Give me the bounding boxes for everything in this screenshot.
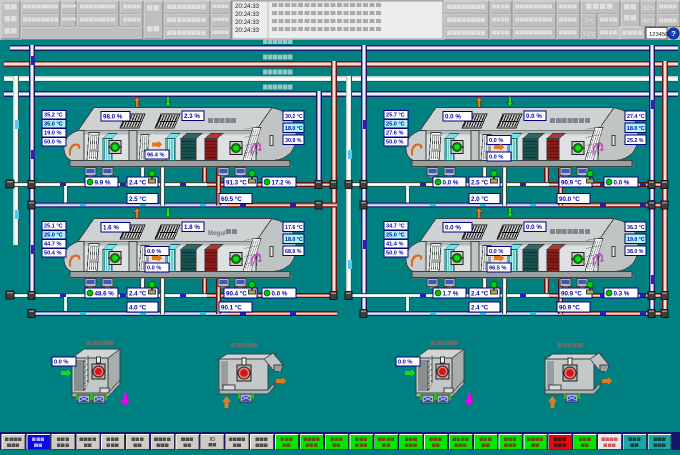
svg-text:30.9 %: 30.9 %: [285, 138, 302, 144]
svg-text:0.0 %: 0.0 %: [445, 225, 461, 232]
svg-text:50.0 %: 50.0 %: [386, 251, 403, 257]
svg-text:90.4 °C: 90.4 °C: [226, 291, 247, 298]
svg-text:?: ?: [671, 29, 676, 38]
svg-text:25.0 °C: 25.0 °C: [386, 122, 405, 128]
svg-text:18.0 °C: 18.0 °C: [285, 237, 303, 243]
svg-text:91.3 °C: 91.3 °C: [226, 180, 247, 187]
svg-text:0.0 %: 0.0 %: [489, 155, 503, 161]
svg-text:0.0 %: 0.0 %: [398, 360, 412, 366]
svg-text:4.0 °C: 4.0 °C: [129, 305, 147, 312]
svg-text:30.2 °C: 30.2 °C: [285, 114, 303, 120]
svg-text:1.6 %: 1.6 %: [103, 225, 119, 232]
svg-text:96.5 %: 96.5 %: [489, 266, 506, 272]
svg-text:25.1 °C: 25.1 °C: [44, 224, 63, 230]
svg-text:27.6 %: 27.6 %: [386, 131, 403, 137]
svg-text:0.0 %: 0.0 %: [489, 138, 503, 144]
svg-text:50.4 %: 50.4 %: [44, 251, 61, 257]
svg-text:38.0 %: 38.0 %: [627, 249, 644, 255]
svg-text:19.0 %: 19.0 %: [44, 131, 61, 137]
svg-text:2.5 °C: 2.5 °C: [129, 196, 147, 203]
svg-text:°C: °C: [650, 19, 656, 25]
svg-text:Mogul: Mogul: [208, 231, 226, 237]
svg-text:0.0 %: 0.0 %: [526, 113, 542, 120]
svg-text:2.4 °C: 2.4 °C: [129, 291, 147, 298]
svg-text:0.0 %: 0.0 %: [272, 291, 288, 298]
svg-text:60.5 °C: 60.5 °C: [221, 196, 242, 203]
svg-text:50.0 %: 50.0 %: [386, 140, 403, 146]
svg-text:25.7 °C: 25.7 °C: [386, 113, 405, 119]
svg-text:1.7 %: 1.7 %: [443, 291, 459, 298]
svg-text:19.0 °C: 19.0 °C: [627, 237, 645, 243]
svg-text:27.4 °C: 27.4 °C: [627, 114, 645, 120]
svg-text:0.0 %: 0.0 %: [147, 249, 161, 255]
svg-text:°C: °C: [589, 19, 595, 25]
svg-text:68.9 %: 68.9 %: [285, 249, 302, 255]
svg-text:18.0 °C: 18.0 °C: [627, 126, 645, 132]
svg-text:IO: IO: [210, 437, 215, 443]
svg-text:44.7 %: 44.7 %: [44, 242, 61, 248]
svg-text:0.0 %: 0.0 %: [489, 249, 503, 255]
svg-text:0.0 %: 0.0 %: [147, 266, 161, 272]
svg-text:48.6 %: 48.6 %: [95, 291, 115, 298]
svg-text:20:24:33: 20:24:33: [235, 27, 260, 34]
svg-text:2.4 °C: 2.4 °C: [471, 305, 489, 312]
svg-text:90.9 °C: 90.9 °C: [559, 305, 580, 312]
svg-text:2.5 °C: 2.5 °C: [471, 180, 489, 187]
svg-text:2.4 °C: 2.4 °C: [471, 291, 489, 298]
svg-text:20:24:33: 20:24:33: [235, 11, 260, 18]
svg-text:20:24:33: 20:24:33: [235, 3, 260, 10]
svg-text:°C: °C: [650, 6, 656, 12]
svg-text:0.0 %: 0.0 %: [526, 224, 542, 231]
svg-text:41.4 %: 41.4 %: [386, 242, 403, 248]
svg-text:123456: 123456: [649, 32, 668, 38]
svg-text:0.0 %: 0.0 %: [445, 114, 461, 121]
svg-text:25.0 °C: 25.0 °C: [386, 233, 405, 239]
svg-text:90.1 °C: 90.1 °C: [221, 305, 242, 312]
svg-text:0.0 %: 0.0 %: [54, 360, 68, 366]
svg-text:17.6 °C: 17.6 °C: [285, 225, 303, 231]
svg-text:9.9 %: 9.9 %: [95, 180, 111, 187]
svg-text:0.0 %: 0.0 %: [443, 180, 459, 187]
svg-text:17.2 %: 17.2 %: [272, 180, 292, 187]
svg-text:50.0 %: 50.0 %: [44, 140, 61, 146]
svg-text:90.9 °C: 90.9 °C: [561, 180, 582, 187]
svg-text:20:24:33: 20:24:33: [235, 19, 260, 26]
svg-text:35.2 °C: 35.2 °C: [44, 113, 63, 119]
svg-text:36.3 °C: 36.3 °C: [627, 225, 645, 231]
svg-text:96.4 %: 96.4 %: [147, 153, 164, 159]
svg-text:25.0 °C: 25.0 °C: [44, 233, 63, 239]
svg-text:0.0 %: 0.0 %: [614, 180, 630, 187]
svg-text:1.8 %: 1.8 %: [184, 224, 200, 231]
svg-text:2.4 °C: 2.4 °C: [129, 180, 147, 187]
svg-text:°C: °C: [590, 32, 596, 38]
svg-text:34.7 °C: 34.7 °C: [386, 224, 405, 230]
svg-text:90.9 °C: 90.9 °C: [561, 291, 582, 298]
svg-text:35.0 °C: 35.0 °C: [44, 122, 63, 128]
svg-text:25.2 %: 25.2 %: [627, 138, 644, 144]
svg-text:2.3 %: 2.3 %: [184, 113, 200, 120]
svg-text:2.0 °C: 2.0 °C: [471, 196, 489, 203]
svg-text:18.0 °C: 18.0 °C: [285, 126, 303, 132]
svg-text:98.0 %: 98.0 %: [103, 114, 123, 121]
svg-text:0.3 %: 0.3 %: [614, 291, 630, 298]
svg-text:90.0 °C: 90.0 °C: [559, 196, 580, 203]
